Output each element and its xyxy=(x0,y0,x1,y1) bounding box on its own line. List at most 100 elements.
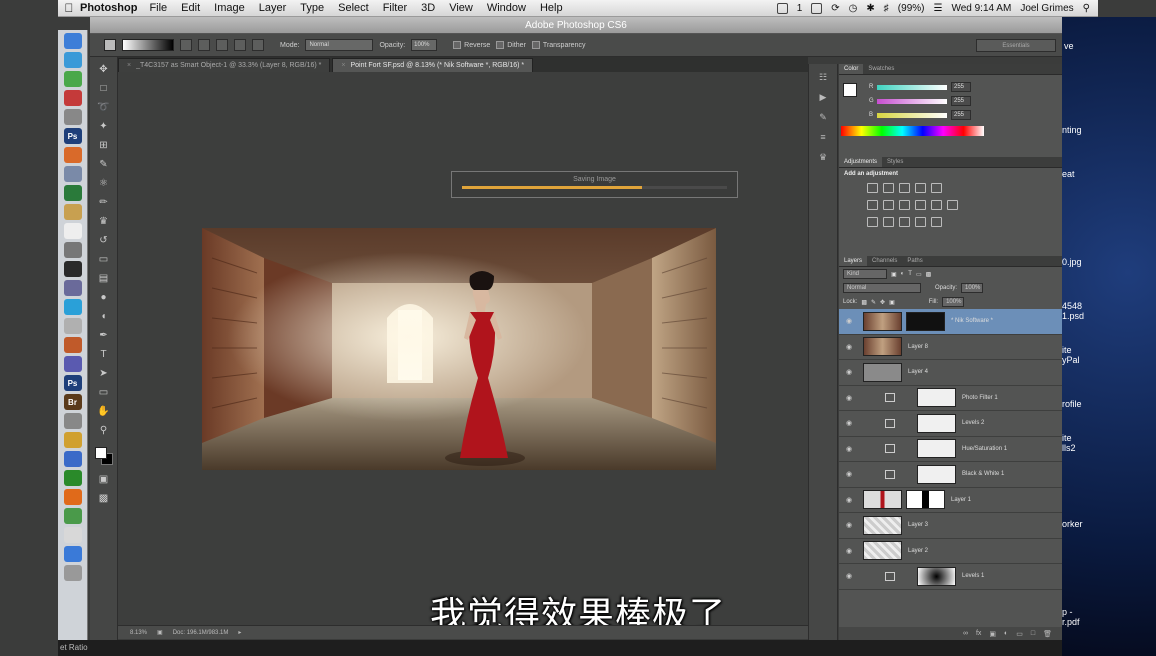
layer-row[interactable]: ◉ * Nik Software * xyxy=(839,309,1062,335)
menu-file[interactable]: File xyxy=(149,2,167,14)
visibility-eye-icon[interactable]: ◉ xyxy=(839,419,859,427)
layer-fill-input[interactable]: 100% xyxy=(942,297,965,307)
time-machine-icon[interactable]: ◷ xyxy=(849,3,858,14)
layer-row[interactable]: ◉ Layer 3 xyxy=(839,513,1062,539)
marquee-tool-icon[interactable]: □ xyxy=(97,82,111,95)
gradient-picker[interactable] xyxy=(122,39,174,51)
gradient-map-icon[interactable] xyxy=(915,216,926,227)
app-icon[interactable] xyxy=(63,413,82,429)
smart-object-filter-icon[interactable]: ▩ xyxy=(926,271,932,278)
close-tab-icon[interactable]: × xyxy=(341,62,345,69)
adjustment-filter-icon[interactable]: ◐ xyxy=(901,271,905,277)
gradient-tool-icon[interactable]: ▤ xyxy=(97,272,111,285)
close-tab-icon[interactable]: × xyxy=(127,62,131,69)
red-slider[interactable] xyxy=(877,84,947,90)
eyedropper-tool-icon[interactable]: ✎ xyxy=(97,158,111,171)
document-tab[interactable]: × _T4C3157 as Smart Object-1 @ 33.3% (Lay… xyxy=(118,58,331,72)
app-icon[interactable] xyxy=(63,147,82,163)
color-lookup-icon[interactable] xyxy=(947,199,958,210)
lock-all-icon[interactable]: ▣ xyxy=(889,299,895,306)
sync-icon[interactable]: ⟳ xyxy=(831,3,839,14)
layer-name[interactable]: Layer 3 xyxy=(908,522,928,528)
visibility-eye-icon[interactable]: ◉ xyxy=(839,343,859,351)
vibrance-icon[interactable] xyxy=(931,182,942,193)
spotlight-search-icon[interactable]: ⚲ xyxy=(1083,3,1090,14)
tool-preset-picker[interactable] xyxy=(104,39,116,51)
layer-mask-thumbnail[interactable] xyxy=(906,311,945,331)
brightness-contrast-icon[interactable] xyxy=(867,182,878,193)
desktop-file-label[interactable]: 1.psd xyxy=(1062,311,1156,321)
curves-icon[interactable] xyxy=(899,182,910,193)
layer-name[interactable]: Layer 1 xyxy=(951,497,971,503)
layer-row[interactable]: ◉ Layer 1 xyxy=(839,488,1062,513)
path-selection-tool-icon[interactable]: ➤ xyxy=(97,367,111,380)
blue-slider[interactable] xyxy=(877,112,947,118)
tab-adjustments[interactable]: Adjustments xyxy=(839,157,883,167)
app-icon[interactable] xyxy=(63,527,82,543)
tab-layers[interactable]: Layers xyxy=(839,256,868,266)
document-tab-active[interactable]: × Point Fort SF.psd @ 8.13% (* Nik Softwa… xyxy=(332,58,534,72)
shape-filter-icon[interactable]: ▭ xyxy=(916,271,922,278)
layer-kind-filter[interactable]: Kind xyxy=(843,269,887,279)
app-icon[interactable] xyxy=(63,451,82,467)
layer-row[interactable]: ◉ Black & White 1 xyxy=(839,462,1062,488)
wifi-icon[interactable]: ☰ xyxy=(933,3,942,14)
app-icon[interactable] xyxy=(63,356,82,372)
app-icon[interactable] xyxy=(63,432,82,448)
app-icon[interactable] xyxy=(63,185,82,201)
tab-channels[interactable]: Channels xyxy=(867,256,902,266)
history-brush-tool-icon[interactable]: ↺ xyxy=(97,234,111,247)
new-adjustment-icon[interactable]: ◐ xyxy=(1004,630,1008,637)
layer-row[interactable]: ◉ Levels 2 xyxy=(839,411,1062,437)
skype-icon[interactable] xyxy=(63,546,82,562)
exposure-icon[interactable] xyxy=(915,182,926,193)
trash-icon[interactable] xyxy=(63,565,82,581)
brush-tool-icon[interactable]: ✏ xyxy=(97,196,111,209)
layer-row[interactable]: ◉ Hue/Saturation 1 xyxy=(839,437,1062,462)
visibility-eye-icon[interactable]: ◉ xyxy=(839,470,859,478)
new-layer-icon[interactable]: □ xyxy=(1031,630,1035,637)
app-menu[interactable]: Photoshop xyxy=(80,2,137,14)
lock-transparency-icon[interactable]: ▩ xyxy=(861,299,867,306)
layer-mask-thumbnail[interactable] xyxy=(917,439,956,459)
desktop-file-label[interactable]: ite xyxy=(1062,433,1156,443)
menu-type[interactable]: Type xyxy=(300,2,324,14)
delete-layer-icon[interactable]: 🗑 xyxy=(1043,630,1052,638)
status-menu-arrow-icon[interactable]: ▸ xyxy=(238,629,241,636)
channel-mixer-icon[interactable] xyxy=(931,199,942,210)
quick-select-tool-icon[interactable]: ✦ xyxy=(97,120,111,133)
layer-row[interactable]: ◉ Levels 1 xyxy=(839,564,1062,590)
app-icon[interactable] xyxy=(63,242,82,258)
desktop-file-label[interactable]: nting xyxy=(1062,125,1156,135)
green-slider[interactable] xyxy=(877,98,947,104)
menu-filter[interactable]: Filter xyxy=(383,2,407,14)
layer-style-icon[interactable]: fx xyxy=(976,630,981,637)
dither-checkbox[interactable]: Dither xyxy=(496,41,526,49)
layer-name[interactable]: * Nik Software * xyxy=(951,318,993,324)
actions-panel-icon[interactable]: ▶ xyxy=(816,92,830,104)
layer-mask-thumbnail[interactable] xyxy=(906,490,945,510)
layer-mask-thumbnail[interactable] xyxy=(917,566,956,586)
linear-gradient-button[interactable] xyxy=(180,39,192,51)
photo-filter-icon[interactable] xyxy=(915,199,926,210)
reflected-gradient-button[interactable] xyxy=(234,39,246,51)
menu-layer[interactable]: Layer xyxy=(259,2,287,14)
app-icon[interactable] xyxy=(63,166,82,182)
tab-color[interactable]: Color xyxy=(839,64,864,74)
levels-icon[interactable] xyxy=(883,182,894,193)
mode-select[interactable]: Normal xyxy=(305,39,374,51)
posterize-icon[interactable] xyxy=(883,216,894,227)
move-tool-icon[interactable]: ✥ xyxy=(97,63,111,76)
color-swatches[interactable] xyxy=(93,445,115,467)
shape-tool-icon[interactable]: ▭ xyxy=(97,386,111,399)
firefox-icon[interactable] xyxy=(63,489,82,505)
layer-name[interactable]: Levels 1 xyxy=(962,573,984,579)
layer-mask-thumbnail[interactable] xyxy=(917,464,956,484)
menu-edit[interactable]: Edit xyxy=(181,2,200,14)
layer-opacity-input[interactable]: 100% xyxy=(961,283,984,293)
layer-name[interactable]: Black & White 1 xyxy=(962,471,1004,477)
desktop-file-label[interactable]: eat xyxy=(1062,169,1156,179)
layer-name[interactable]: Layer 4 xyxy=(908,369,928,375)
transparency-checkbox[interactable]: Transparency xyxy=(531,41,585,49)
lock-pixels-icon[interactable]: ✎ xyxy=(871,299,876,306)
